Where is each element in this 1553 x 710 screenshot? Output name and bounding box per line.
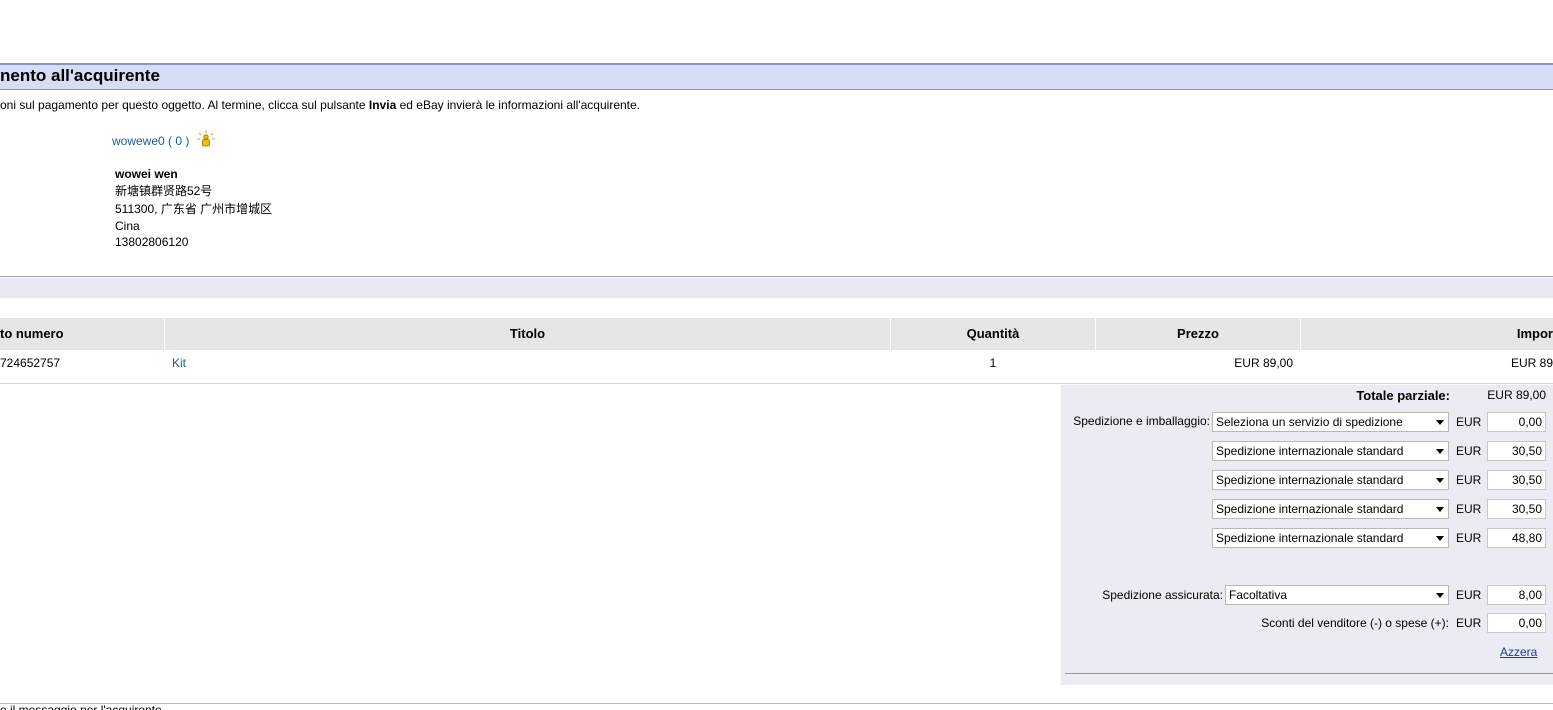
dropdown-arrow-icon xyxy=(1436,507,1444,512)
shipping-amount-input-5[interactable]: 48,80 xyxy=(1487,528,1546,548)
shipping-service-select-1[interactable]: Seleziona un servizio di spedizione xyxy=(1212,412,1449,432)
discount-label: Sconti del venditore (-) o spese (+): xyxy=(1261,616,1449,630)
currency-label: EUR xyxy=(1456,473,1482,487)
subtotal-value: EUR 89,00 xyxy=(1487,388,1546,402)
shipping-amount-input-1[interactable]: 0,00 xyxy=(1487,412,1546,432)
shipping-amount-input-3[interactable]: 30,50 xyxy=(1487,470,1546,490)
dropdown-arrow-icon xyxy=(1436,478,1444,483)
col-header-amount: Impor xyxy=(1516,326,1553,341)
currency-label: EUR xyxy=(1456,502,1482,516)
intro-text-post: ed eBay invierà le informazioni all'acqu… xyxy=(396,98,641,112)
shipping-service-value: Spedizione internazionale standard xyxy=(1216,444,1404,458)
section-band xyxy=(0,278,1553,298)
subtotal-label: Totale parziale: xyxy=(1356,388,1450,403)
intro-text: oni sul pagamento per questo oggetto. Al… xyxy=(0,98,640,112)
currency-label: EUR xyxy=(1456,616,1482,630)
shipping-service-select-3[interactable]: Spedizione internazionale standard xyxy=(1212,470,1449,490)
row-quantity: 1 xyxy=(989,356,997,370)
shipping-label: Spedizione e imballaggio: xyxy=(1073,414,1210,428)
buyer-username-link[interactable]: wowewe0 ( 0 ) xyxy=(112,134,189,148)
currency-label: EUR xyxy=(1456,531,1482,545)
shipping-service-select-2[interactable]: Spedizione internazionale standard xyxy=(1212,441,1449,461)
shipping-service-value: Seleziona un servizio di spedizione xyxy=(1216,415,1403,429)
totals-divider xyxy=(1065,673,1553,674)
shipping-service-value: Spedizione internazionale standard xyxy=(1216,531,1404,545)
buyer-city: 511300, 广东省 广州市增城区 xyxy=(115,202,273,216)
col-header-title: Titolo xyxy=(509,326,546,341)
discount-amount-input[interactable]: 0,00 xyxy=(1487,613,1546,633)
shipping-amount-input-4[interactable]: 30,50 xyxy=(1487,499,1546,519)
buyer-country: Cina xyxy=(115,219,140,233)
section-header-bar xyxy=(0,63,1553,90)
col-header-quantity: Quantità xyxy=(966,326,1020,341)
currency-label: EUR xyxy=(1456,588,1482,602)
buyer-feedback-score[interactable]: ( 0 ) xyxy=(168,134,189,148)
row-item-title-link[interactable]: Kit xyxy=(172,356,186,370)
new-buyer-icon xyxy=(197,130,215,147)
buyer-street: 新塘镇群贤路52号 xyxy=(115,184,213,198)
dropdown-arrow-icon xyxy=(1436,593,1444,598)
intro-text-pre: oni sul pagamento per questo oggetto. Al… xyxy=(0,98,369,112)
next-section-title: e il messaggio per l'acquirente xyxy=(0,704,162,710)
buyer-phone: 13802806120 xyxy=(115,235,189,249)
row-price: EUR 89,00 xyxy=(1234,356,1293,370)
reset-link[interactable]: Azzera xyxy=(1500,645,1537,659)
shipping-service-select-5[interactable]: Spedizione internazionale standard xyxy=(1212,528,1449,548)
insurance-select-value: Facoltativa xyxy=(1229,588,1288,602)
insurance-amount-input[interactable]: 8,00 xyxy=(1487,585,1546,605)
section-divider xyxy=(0,703,1553,704)
currency-label: EUR xyxy=(1456,444,1482,458)
row-divider xyxy=(0,383,1553,384)
dropdown-arrow-icon xyxy=(1436,536,1444,541)
row-item-number: 724652757 xyxy=(0,356,61,370)
dropdown-arrow-icon xyxy=(1436,449,1444,454)
intro-text-bold: Invia xyxy=(368,98,397,112)
shipping-service-value: Spedizione internazionale standard xyxy=(1216,473,1404,487)
insurance-label: Spedizione assicurata: xyxy=(1102,588,1223,602)
buyer-username[interactable]: wowewe0 xyxy=(112,134,165,148)
col-header-item-number: to numero xyxy=(0,326,64,341)
shipping-service-value: Spedizione internazionale standard xyxy=(1216,502,1404,516)
divider xyxy=(0,276,1553,277)
section-title: nento all'acquirente xyxy=(0,66,160,85)
currency-label: EUR xyxy=(1456,415,1482,429)
shipping-service-select-4[interactable]: Spedizione internazionale standard xyxy=(1212,499,1449,519)
shipping-amount-input-2[interactable]: 30,50 xyxy=(1487,441,1546,461)
dropdown-arrow-icon xyxy=(1436,420,1444,425)
buyer-name: wowei wen xyxy=(115,167,178,181)
row-amount: EUR 89 xyxy=(1510,356,1553,370)
insurance-select[interactable]: Facoltativa xyxy=(1225,585,1449,605)
col-header-price: Prezzo xyxy=(1177,326,1219,341)
